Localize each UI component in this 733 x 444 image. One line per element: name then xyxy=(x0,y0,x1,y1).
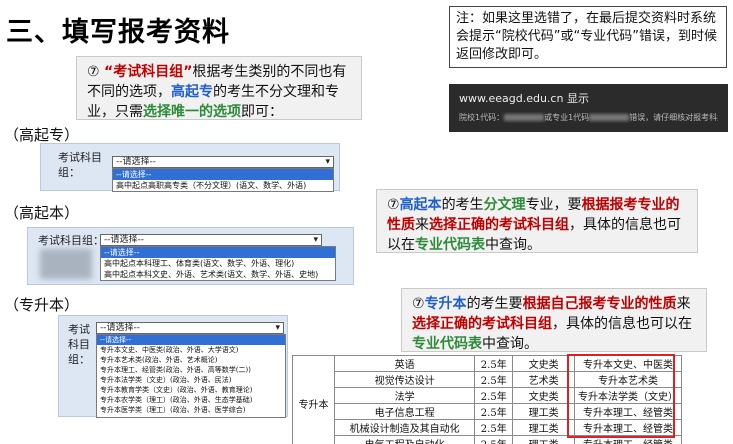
dropdown-option[interactable]: 专升本理工、经管类(政治、外语、高等数学(二)) xyxy=(97,365,285,375)
dropdown-option[interactable]: 高中起点本科文史、外语、艺术类(语文、数学、外语、史地) xyxy=(101,269,335,280)
major-name: 法学 xyxy=(333,387,476,404)
major-name: 机械设计制造及其自动化 xyxy=(333,419,476,436)
subject-group-select[interactable]: --请选择-- xyxy=(100,234,322,246)
major-name: 电子信息工程 xyxy=(333,403,476,420)
dropdown-option[interactable]: 高中起点本科理工、体育类(语文、数学、外语、理化) xyxy=(101,258,335,269)
field-label: 考试科目组： xyxy=(68,323,90,366)
subject-group-select[interactable]: --请选择-- xyxy=(112,156,334,168)
subject-group-select[interactable]: --请选择-- xyxy=(96,322,284,334)
major-name: 视觉传达设计 xyxy=(333,371,476,388)
dropdown-option[interactable]: 专升本文史、中医类(政治、外语、大学语文) xyxy=(97,345,285,355)
major-years: 2.5年 xyxy=(474,419,514,436)
dropdown-option[interactable]: 专升本医学类（理工）(政治、外语、医学综合) xyxy=(97,405,285,415)
dropdown-option[interactable]: 专升本法学类（文史）(政治、外语、民法) xyxy=(97,375,285,385)
label-gaoqizhuan: （高起专） xyxy=(4,126,80,144)
dropdown-option[interactable]: --请选择-- xyxy=(113,169,333,180)
page-title: 三、填写报考资料 xyxy=(6,17,230,48)
major-type: 理工类 xyxy=(512,435,575,444)
field-label: 考试科目组： xyxy=(38,234,104,247)
major-type: 文史类 xyxy=(512,387,575,404)
major-years: 2.5年 xyxy=(474,355,514,372)
major-type: 理工类 xyxy=(512,403,575,420)
major-name: 电气工程及自动化 xyxy=(333,435,476,444)
field-label: 考试科目组： xyxy=(58,151,102,179)
major-type: 艺术类 xyxy=(512,371,575,388)
level-cell: 专升本 xyxy=(292,355,335,444)
callout-zhuanshengben: ⑦专升本的考生要根据自己报考专业的性质来选择正确的考试科目组，具体的信息也可以在… xyxy=(401,288,707,352)
major-years: 2.5年 xyxy=(474,371,514,388)
note-box: 注：如果这里选错了，在最后提交资料时系统会提示“院校代码”或“专业代码”错误，到… xyxy=(449,6,727,68)
callout-gaoqizhuan: ⑦ “考试科目组”根据考生类别的不同也有不同的选项，高起专的考生不分文理和专业，… xyxy=(76,56,362,120)
blurred-area xyxy=(40,249,92,279)
callout-gaoqiben: ⑦高起本的考生分文理专业，要根据报考专业的性质来选择正确的考试科目组，具体的信息… xyxy=(376,189,698,253)
major-years: 2.5年 xyxy=(474,403,514,420)
dropdown-option[interactable]: 高中起点高职高专类（不分文理）(语文、数学、外语) xyxy=(113,180,333,191)
subject-group-dropdown[interactable]: --请选择-- 高中起点高职高专类（不分文理）(语文、数学、外语) xyxy=(112,168,334,192)
major-type: 文史类 xyxy=(512,355,575,372)
dialog-site: www.eeagd.edu.cn 显示 xyxy=(459,92,589,105)
major-years: 2.5年 xyxy=(474,435,514,444)
major-type: 理工类 xyxy=(512,419,575,436)
dialog-message: 院校1代码：或专业1代码错误，请仔细核对报考科类、科目组以及批次 xyxy=(459,113,718,122)
group-column-highlight xyxy=(567,354,675,438)
subject-group-dropdown[interactable]: --请选择-- 专升本文史、中医类(政治、外语、大学语文) 专升本艺术类(政治、… xyxy=(96,334,286,418)
dropdown-option[interactable]: 专升本农学类（理工）(政治、外语、生态学基础) xyxy=(97,395,285,405)
dropdown-option[interactable]: 专升本艺术类(政治、外语、艺术概论) xyxy=(97,355,285,365)
alert-dialog: www.eeagd.edu.cn 显示 院校1代码： 或专业1代码 错误，请仔细核对… xyxy=(449,84,728,132)
dropdown-option[interactable]: --请选择-- xyxy=(97,335,285,345)
major-name: 英语 xyxy=(333,355,476,372)
label-zhuanshengben: （专升本） xyxy=(4,296,80,314)
major-years: 2.5年 xyxy=(474,387,514,404)
dropdown-option[interactable]: --请选择-- xyxy=(101,247,335,258)
label-gaoqiben: （高起本） xyxy=(4,204,80,222)
subject-group-dropdown[interactable]: --请选择-- 高中起点本科理工、体育类(语文、数学、外语、理化) 高中起点本科… xyxy=(100,246,336,281)
dropdown-option[interactable]: 专升本教育学类（文史）(政治、外语、教育理论) xyxy=(97,385,285,395)
